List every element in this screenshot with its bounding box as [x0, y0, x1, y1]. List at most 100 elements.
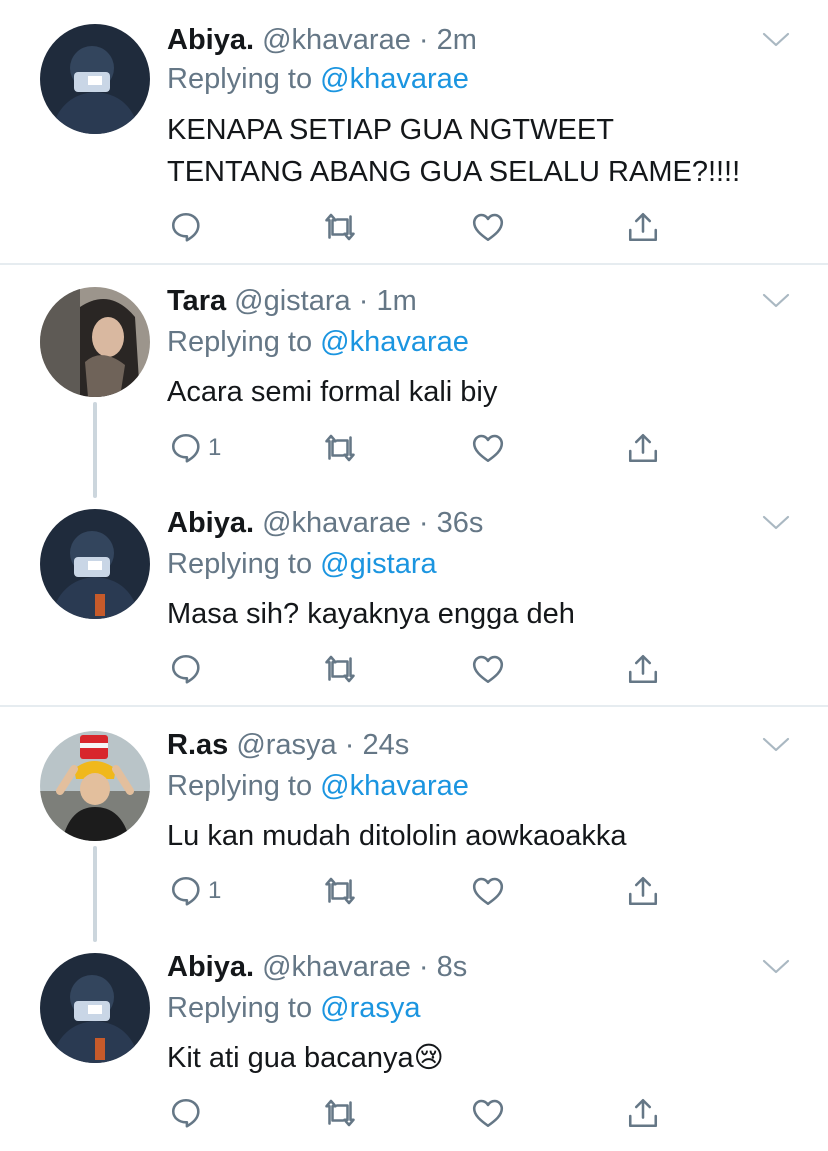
tweet[interactable]: Tara @gistara · 1m Replying to @khavarae… [0, 265, 828, 487]
avatar[interactable] [40, 731, 150, 841]
retweet-icon [322, 209, 358, 245]
tweet-text: Lu kan mudah ditololin aowkaoakka [167, 815, 626, 857]
retweet-button[interactable] [322, 873, 358, 909]
username[interactable]: @khavarae [262, 24, 411, 56]
share-button[interactable] [625, 430, 661, 466]
replying-to-mention[interactable]: @khavarae [320, 63, 469, 95]
share-icon [625, 1095, 661, 1131]
timestamp[interactable]: 8s [437, 951, 468, 983]
separator-dot: · [410, 507, 437, 539]
tweet-text-line: TENTANG ABANG GUA SELALU RAME?!!!! [167, 156, 741, 188]
timestamp[interactable]: 24s [362, 729, 409, 761]
replying-to-mention[interactable]: @gistara [320, 548, 436, 580]
like-button[interactable] [470, 651, 506, 687]
share-button[interactable] [625, 1095, 661, 1131]
tweet-text-line: Lu kan mudah ditololin aowkaoakka [167, 820, 627, 852]
crying-face-emoji: 😢 [413, 1042, 444, 1074]
reply-icon [168, 209, 204, 245]
avatar[interactable] [40, 24, 150, 134]
timestamp[interactable]: 36s [437, 507, 484, 539]
replying-to-label: Replying to [167, 326, 321, 358]
tweet-text: Masa sih? kayaknya engga deh [167, 593, 575, 635]
retweet-icon [322, 651, 358, 687]
like-icon [470, 430, 506, 466]
reply-icon [168, 873, 204, 909]
display-name[interactable]: Abiya. [167, 951, 254, 983]
share-icon [625, 209, 661, 245]
retweet-icon [322, 1095, 358, 1131]
chevron-down-icon[interactable] [762, 292, 790, 310]
share-button[interactable] [625, 651, 661, 687]
timestamp[interactable]: 1m [376, 285, 416, 317]
avatar[interactable] [40, 287, 150, 397]
chevron-down-icon[interactable] [762, 958, 790, 976]
tweet-text-content: Kit ati gua bacanya [167, 1042, 414, 1074]
reply-button[interactable] [168, 651, 208, 687]
separator-dot: · [336, 729, 363, 761]
replying-to-label: Replying to [167, 992, 321, 1024]
share-icon [625, 651, 661, 687]
reply-button[interactable] [168, 1095, 208, 1131]
retweet-button[interactable] [322, 1095, 358, 1131]
replying-to: Replying to @gistara [167, 547, 437, 581]
tweet-text: Acara semi formal kali biy [167, 371, 497, 413]
tweet-text-line: Kit ati gua bacanya😢 [167, 1037, 444, 1079]
share-button[interactable] [625, 873, 661, 909]
retweet-button[interactable] [322, 430, 358, 466]
replying-to-mention[interactable]: @rasya [320, 992, 420, 1024]
replying-to: Replying to @rasya [167, 991, 421, 1025]
timestamp[interactable]: 2m [437, 24, 477, 56]
like-icon [470, 1095, 506, 1131]
share-button[interactable] [625, 209, 661, 245]
reply-button[interactable]: 1 [168, 873, 221, 909]
replying-to: Replying to @khavarae [167, 62, 469, 96]
retweet-icon [322, 873, 358, 909]
tweet[interactable]: R.as @rasya · 24s Replying to @khavarae … [0, 707, 828, 929]
separator-dot: · [410, 951, 437, 983]
retweet-button[interactable] [322, 209, 358, 245]
chevron-down-icon[interactable] [762, 736, 790, 754]
retweet-button[interactable] [322, 651, 358, 687]
username[interactable]: @rasya [236, 729, 336, 761]
chevron-down-icon[interactable] [762, 514, 790, 532]
replying-to-label: Replying to [167, 548, 321, 580]
tweet-text-line: Masa sih? kayaknya engga deh [167, 598, 575, 630]
replying-to-mention[interactable]: @khavarae [320, 326, 469, 358]
reply-icon [168, 651, 204, 687]
separator-dot: · [410, 24, 437, 56]
share-icon [625, 430, 661, 466]
like-icon [470, 873, 506, 909]
display-name[interactable]: Abiya. [167, 24, 254, 56]
reply-icon [168, 1095, 204, 1131]
avatar[interactable] [40, 509, 150, 619]
replying-to: Replying to @khavarae [167, 769, 469, 803]
tweet-text: KENAPA SETIAP GUA NGTWEET TENTANG ABANG … [167, 109, 740, 193]
like-button[interactable] [470, 430, 506, 466]
avatar[interactable] [40, 953, 150, 1063]
reply-button[interactable] [168, 209, 208, 245]
chevron-down-icon[interactable] [762, 31, 790, 49]
tweet[interactable]: Abiya. @khavarae · 36s Replying to @gist… [0, 487, 828, 705]
like-icon [470, 651, 506, 687]
tweet[interactable]: Abiya. @khavarae · 2m Replying to @khava… [0, 0, 828, 264]
tweet[interactable]: Abiya. @khavarae · 8s Replying to @rasya… [0, 929, 828, 1151]
username[interactable]: @gistara [234, 285, 350, 317]
like-button[interactable] [470, 873, 506, 909]
username[interactable]: @khavarae [262, 951, 411, 983]
share-icon [625, 873, 661, 909]
like-icon [470, 209, 506, 245]
retweet-icon [322, 430, 358, 466]
reply-button[interactable]: 1 [168, 430, 221, 466]
display-name[interactable]: Abiya. [167, 507, 254, 539]
username[interactable]: @khavarae [262, 507, 411, 539]
display-name[interactable]: Tara [167, 285, 226, 317]
reply-icon [168, 430, 204, 466]
replying-to-label: Replying to [167, 63, 321, 95]
tweet-text: Kit ati gua bacanya😢 [167, 1037, 444, 1079]
like-button[interactable] [470, 209, 506, 245]
tweet-text-line: KENAPA SETIAP GUA NGTWEET [167, 114, 614, 146]
display-name[interactable]: R.as [167, 729, 228, 761]
replying-to-mention[interactable]: @khavarae [320, 770, 469, 802]
replying-to-label: Replying to [167, 770, 321, 802]
like-button[interactable] [470, 1095, 506, 1131]
